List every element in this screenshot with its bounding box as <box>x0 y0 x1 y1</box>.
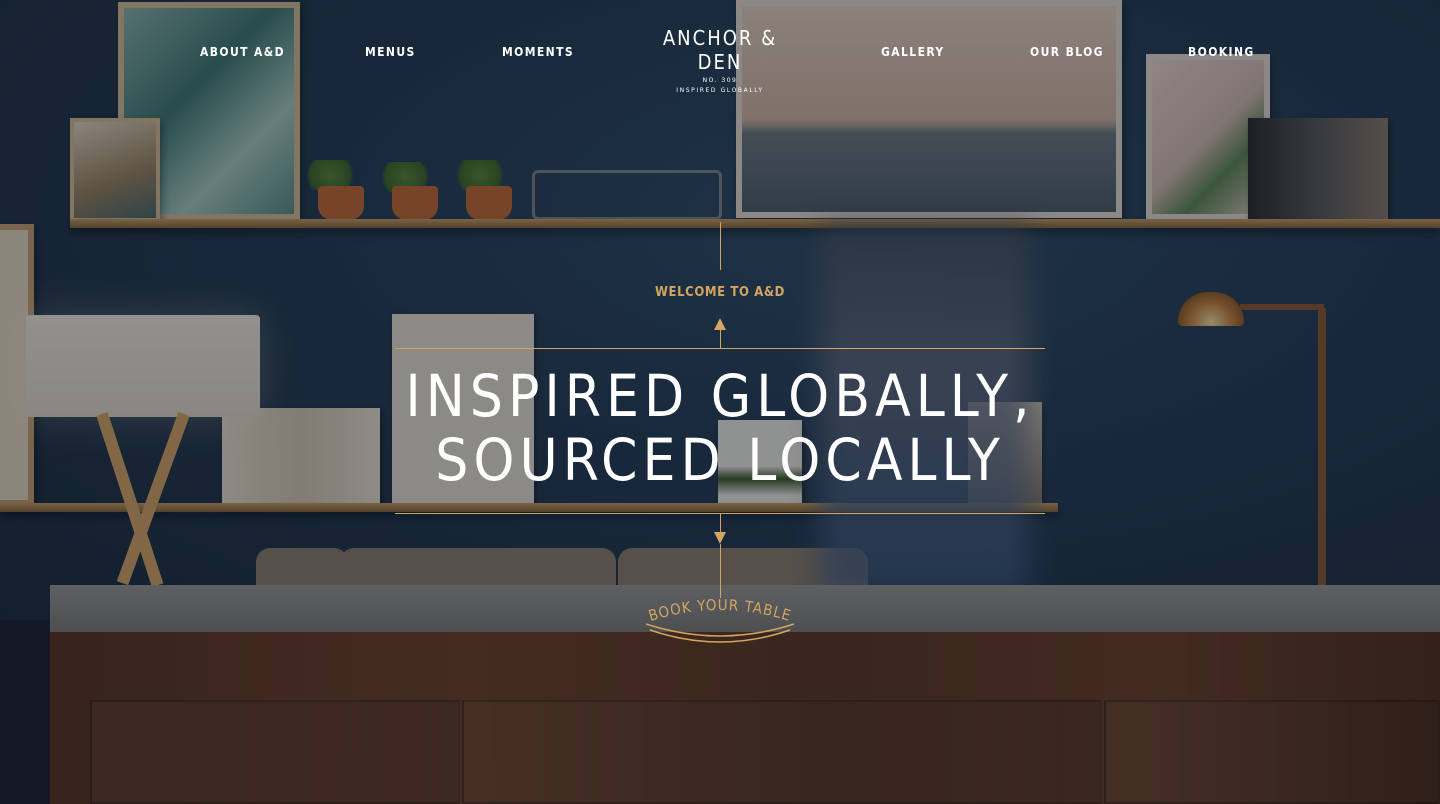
nav-moments[interactable]: MOMENTS <box>502 45 574 59</box>
arrow-down-icon <box>714 532 726 544</box>
book-table-label: BOOK YOUR TABLE <box>646 596 792 625</box>
logo-tagline: INSPIRED GLOBALLY <box>676 87 764 94</box>
nav-about[interactable]: ABOUT A&D <box>200 45 285 59</box>
headline-line-2: SOURCED LOCALLY <box>435 426 1005 494</box>
hero-headline: INSPIRED GLOBALLY, SOURCED LOCALLY <box>395 364 1045 492</box>
book-table-arc: BOOK YOUR TABLE <box>645 596 795 643</box>
svg-text:BOOK YOUR TABLE: BOOK YOUR TABLE <box>646 596 793 625</box>
top-divider-line <box>720 222 721 270</box>
hero-eyebrow: WELCOME TO A&D <box>655 285 785 300</box>
arrow-up-stem <box>720 328 721 348</box>
book-table-button[interactable]: BOOK YOUR TABLE <box>640 590 800 646</box>
nav-blog[interactable]: OUR BLOG <box>1030 45 1104 59</box>
headline-top-rule <box>395 348 1045 349</box>
nav-gallery[interactable]: GALLERY <box>881 45 945 59</box>
logo-name: ANCHOR & DEN <box>662 26 778 74</box>
nav-booking[interactable]: BOOKING <box>1188 45 1255 59</box>
nav-menus[interactable]: MENUS <box>365 45 416 59</box>
arrow-down-stem <box>720 513 721 533</box>
brand-logo[interactable]: ANCHOR & DEN NO. 309 INSPIRED GLOBALLY <box>640 22 800 94</box>
logo-number: NO. 309 <box>702 77 738 84</box>
headline-line-1: INSPIRED GLOBALLY, <box>405 362 1035 430</box>
